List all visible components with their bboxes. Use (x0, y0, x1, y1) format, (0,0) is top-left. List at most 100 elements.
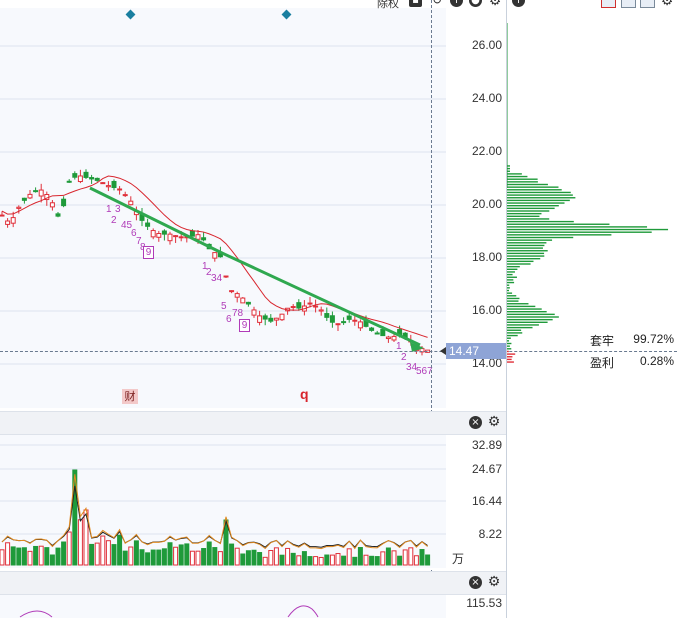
chip-bar (506, 250, 548, 252)
chip-mode-icon[interactable] (621, 0, 636, 8)
chip-bar (506, 231, 652, 233)
candle-body (27, 193, 33, 199)
candle-body (374, 332, 380, 335)
chip-bar (506, 226, 648, 228)
candle-body (251, 309, 257, 316)
volume-bar (189, 550, 195, 566)
chip-bar (506, 212, 542, 215)
candle-body (33, 190, 39, 193)
candle-body (161, 230, 167, 235)
chip-bar (506, 260, 534, 263)
seq-label: 2 (111, 215, 117, 226)
trapped-value: 99.72% (633, 332, 674, 346)
gear-icon[interactable]: ⚙ (660, 0, 674, 8)
candle-body (94, 177, 100, 181)
candle-body (89, 177, 95, 180)
price-pointer-icon (440, 347, 446, 355)
volume-bar (61, 541, 67, 566)
chip-bar (506, 236, 574, 239)
candle-body (324, 313, 330, 318)
volume-bar (391, 550, 397, 566)
td-badge: 9 (143, 246, 154, 259)
chip-bar (506, 324, 539, 326)
volume-bar (16, 547, 22, 566)
indicator-panel[interactable] (0, 595, 446, 618)
seq-label: 6 (226, 314, 232, 325)
chip-bar (506, 326, 533, 329)
current-price-tag: 14.47 (446, 343, 506, 359)
chip-bar (506, 199, 570, 202)
volume-bar (139, 549, 145, 566)
volume-bar (257, 552, 263, 566)
chip-bar (506, 271, 515, 273)
price-tick: 26.00 (471, 38, 502, 52)
candle-body (229, 290, 235, 293)
info-icon[interactable]: i (512, 0, 525, 7)
volume-bar (408, 547, 414, 566)
chip-bar (506, 329, 522, 331)
volume-bar (413, 555, 419, 566)
chip-mode-icon[interactable] (640, 0, 655, 8)
chip-bar (506, 332, 523, 334)
volume-ma-line (1, 485, 428, 548)
volume-bar (245, 550, 251, 566)
volume-bar (234, 547, 240, 566)
candle-body (341, 321, 347, 324)
info-icon[interactable]: i (450, 0, 463, 7)
chip-bar (506, 247, 543, 249)
profit-value: 0.28% (639, 354, 674, 368)
volume-bar (178, 544, 184, 566)
volume-bar (201, 548, 207, 566)
adjust-mode-label[interactable]: 除权 (377, 0, 399, 11)
volume-bar (240, 553, 246, 566)
chip-panel-divider (506, 0, 507, 618)
candle-body (307, 302, 313, 305)
candle-body (268, 317, 274, 322)
close-icon[interactable]: × (469, 416, 482, 429)
chip-bar (506, 268, 518, 270)
volume-bar (66, 531, 72, 566)
volume-tick: 16.44 (471, 494, 502, 508)
chip-bar (506, 276, 517, 278)
candle-body (240, 297, 246, 304)
chip-bar (506, 334, 518, 337)
kline-panel[interactable] (0, 8, 446, 408)
chip-bar (506, 353, 516, 355)
volume-bar (117, 534, 123, 566)
chip-bar (506, 305, 536, 308)
gear-icon[interactable]: ⚙ (487, 415, 501, 429)
candle-body (189, 230, 195, 237)
chip-bar (506, 255, 545, 257)
volume-bar (397, 555, 403, 566)
chip-bar (506, 316, 559, 318)
close-icon[interactable]: × (469, 576, 482, 589)
financial-report-badge[interactable]: 财 (122, 389, 138, 404)
candle-body (329, 315, 335, 323)
volume-chart[interactable] (0, 435, 446, 568)
candle-body (66, 180, 72, 183)
gear-icon[interactable]: ⚙ (487, 575, 501, 589)
event-q-marker[interactable]: q (300, 386, 309, 402)
candle-body (223, 275, 229, 278)
chip-bar (506, 223, 610, 225)
drop-icon[interactable]: ● (469, 0, 482, 7)
seq-label: 78 (232, 308, 244, 319)
chip-bar (506, 205, 559, 207)
candle-body (55, 213, 61, 217)
chip-bar (506, 321, 548, 323)
volume-panel[interactable] (0, 435, 446, 568)
price-tick: 16.00 (471, 303, 502, 317)
volume-bar (229, 543, 235, 566)
refresh-icon[interactable]: ↻ (432, 0, 442, 7)
chip-bar (506, 173, 522, 175)
volume-bar (268, 549, 274, 566)
trend-line (89, 186, 424, 352)
volume-bar (167, 542, 173, 566)
chip-bar (506, 183, 548, 186)
indicator-chart[interactable] (0, 595, 446, 618)
candle-body (167, 233, 173, 242)
lock-icon[interactable]: ▪ (409, 0, 422, 7)
kline-chart[interactable] (0, 8, 446, 408)
chip-mode-icon[interactable] (601, 0, 616, 8)
gear-icon[interactable]: ⚙ (488, 0, 502, 8)
